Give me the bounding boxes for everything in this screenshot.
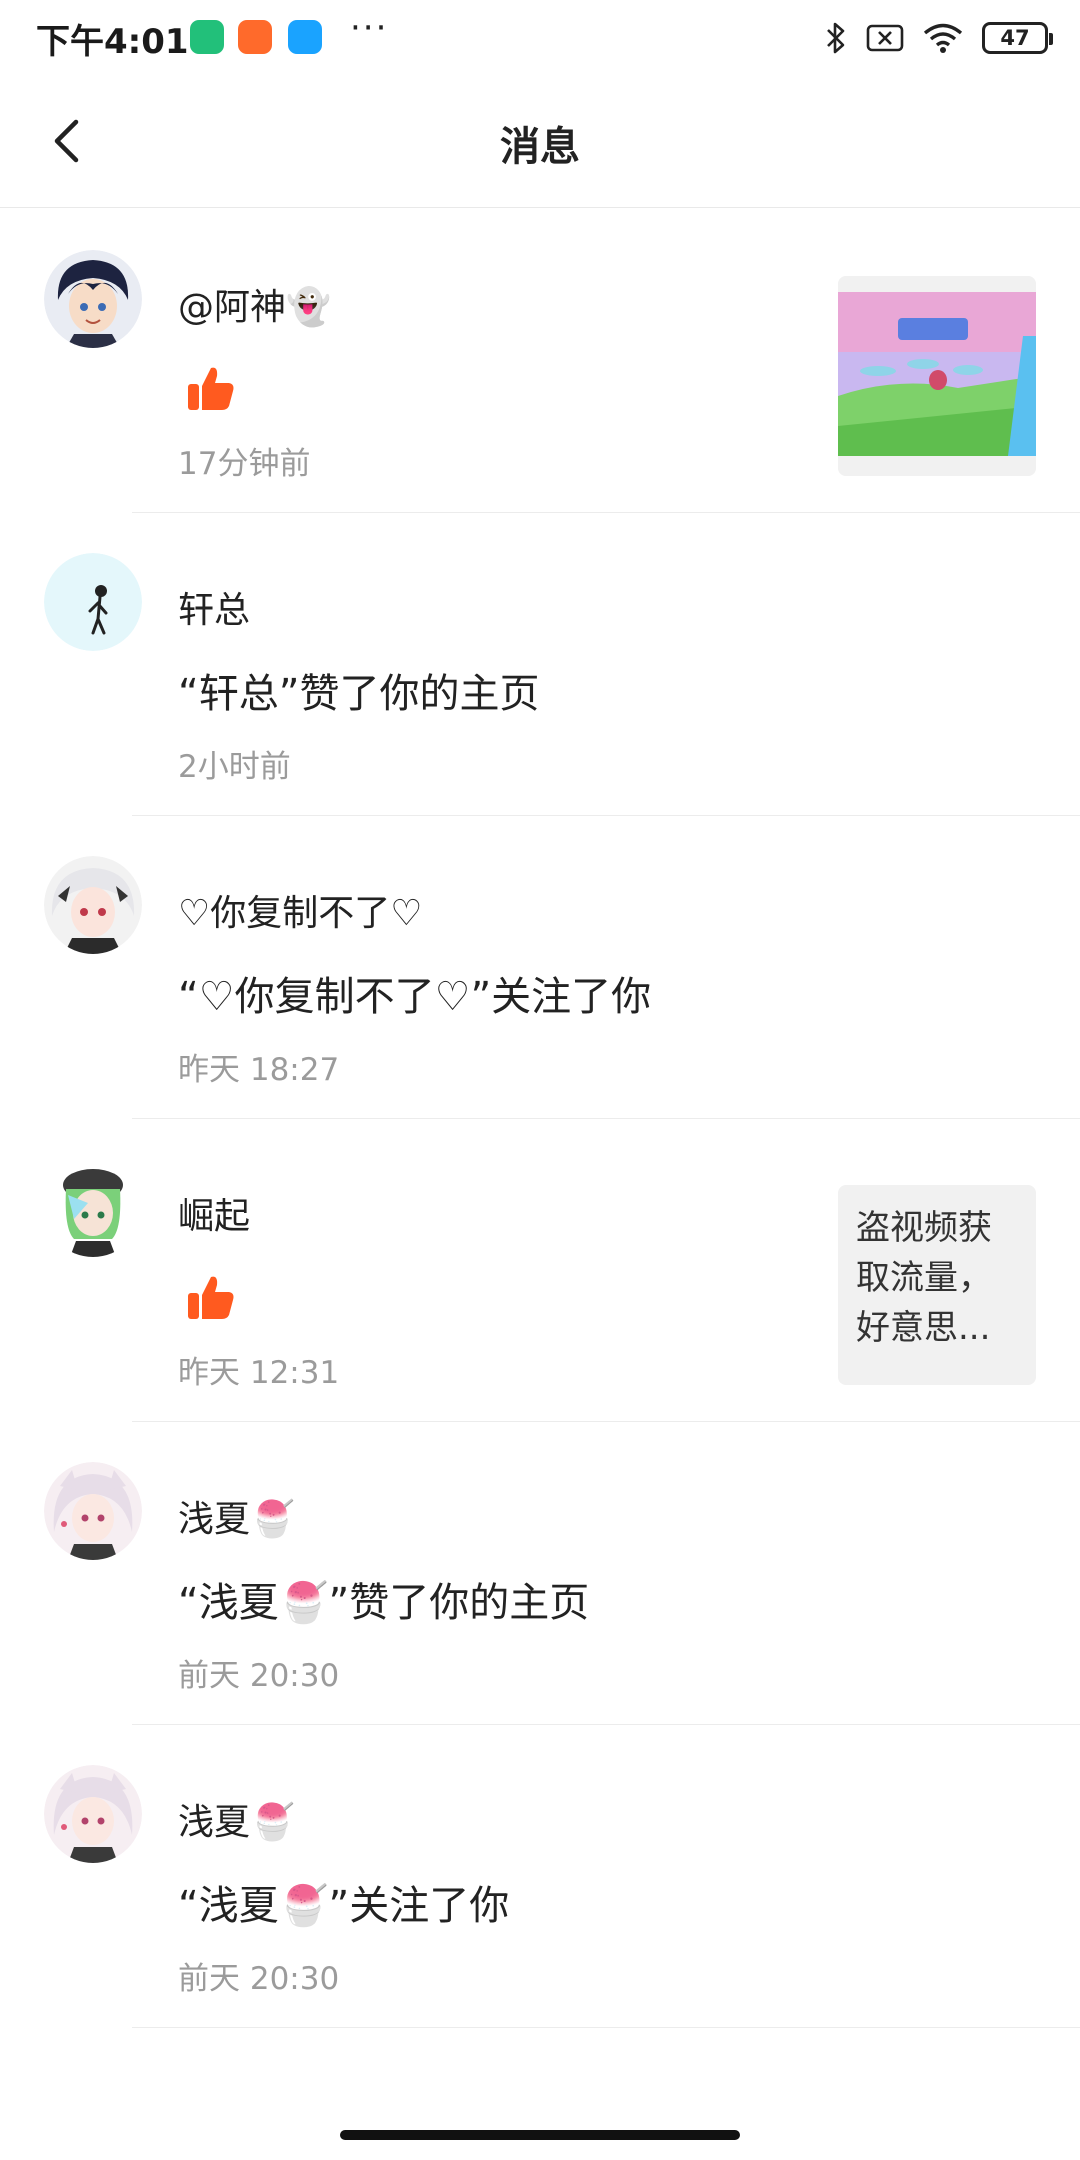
list-item[interactable]: 崛起 昨天 12:31 盗视频获取流量，好意思... [0, 1119, 1080, 1422]
battery-indicator: 47 [982, 22, 1053, 54]
message-list: @阿神👻 17分钟前 轩总 “轩总”赞了你的主页 2小时前 ♡你复制不了♡ “♡… [0, 210, 1080, 2028]
comment-preview[interactable]: 盗视频获取流量，好意思... [838, 1185, 1036, 1385]
sender-name[interactable]: 浅夏🍧 [178, 1793, 295, 1845]
sender-name[interactable]: ♡你复制不了♡ [178, 884, 423, 936]
message-text: “浅夏🍧”关注了你 [178, 1883, 510, 1929]
app-notification-icon [288, 20, 322, 54]
avatar[interactable] [44, 1159, 142, 1257]
status-bar: 下午4:01 ··· 47 [0, 0, 1080, 76]
app-notification-icon [238, 20, 272, 54]
page-title: 消息 [500, 124, 580, 170]
avatar[interactable] [44, 553, 142, 651]
thumbs-up-icon [188, 1276, 234, 1319]
top-navigation-bar: 消息 [0, 76, 1080, 208]
message-text: “♡你复制不了♡”关注了你 [178, 974, 652, 1020]
bluetooth-icon [827, 22, 845, 54]
list-item[interactable]: 轩总 “轩总”赞了你的主页 2小时前 [0, 513, 1080, 816]
sender-name[interactable]: 轩总 [178, 581, 250, 633]
message-time: 前天 20:30 [178, 1658, 340, 1694]
thumbs-up-icon [188, 367, 234, 410]
message-time: 17分钟前 [178, 446, 311, 482]
home-indicator[interactable] [340, 2130, 740, 2140]
avatar[interactable] [44, 250, 142, 348]
avatar[interactable] [44, 856, 142, 954]
no-sim-icon [866, 24, 904, 52]
video-thumbnail[interactable] [838, 276, 1036, 476]
sender-name[interactable]: 崛起 [178, 1187, 250, 1239]
more-notifications-icon: ··· [350, 8, 389, 48]
wifi-icon [923, 23, 963, 53]
list-item[interactable]: 浅夏🍧 “浅夏🍧”关注了你 前天 20:30 [0, 1725, 1080, 2028]
list-item[interactable]: 浅夏🍧 “浅夏🍧”赞了你的主页 前天 20:30 [0, 1422, 1080, 1725]
message-time: 2小时前 [178, 749, 291, 785]
message-time: 前天 20:30 [178, 1961, 340, 1997]
message-text: “浅夏🍧”赞了你的主页 [178, 1580, 590, 1626]
status-time: 下午4:01 [36, 22, 189, 62]
sender-name[interactable]: @阿神👻 [178, 278, 331, 330]
app-notification-icon [190, 20, 224, 54]
list-item[interactable]: ♡你复制不了♡ “♡你复制不了♡”关注了你 昨天 18:27 [0, 816, 1080, 1119]
avatar[interactable] [44, 1765, 142, 1863]
message-time: 昨天 18:27 [178, 1052, 340, 1088]
message-text: “轩总”赞了你的主页 [178, 671, 540, 717]
list-item[interactable]: @阿神👻 17分钟前 [0, 210, 1080, 513]
sender-name[interactable]: 浅夏🍧 [178, 1490, 295, 1542]
avatar[interactable] [44, 1462, 142, 1560]
message-time: 昨天 12:31 [178, 1355, 340, 1391]
